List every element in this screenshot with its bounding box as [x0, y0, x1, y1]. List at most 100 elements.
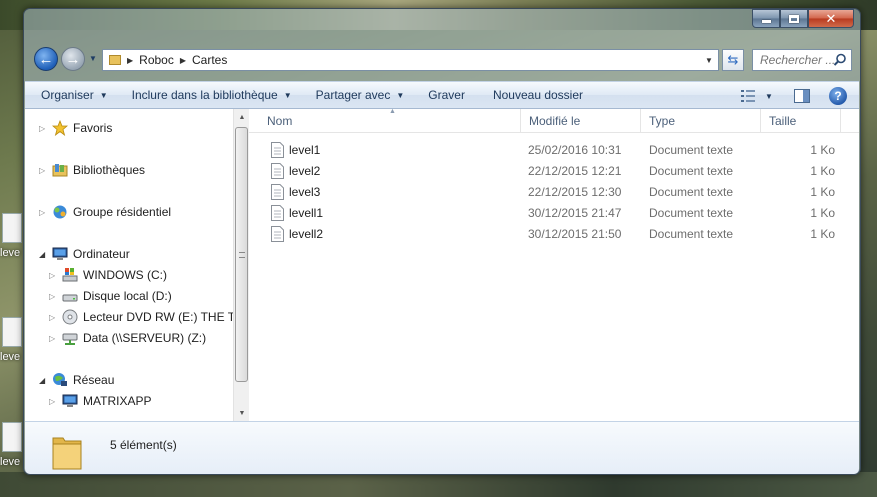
desktop-file-icon[interactable]: leve	[0, 422, 24, 470]
chevron-down-icon: ▼	[705, 55, 713, 65]
nav-item-groupe-residentiel[interactable]: ▷ Groupe résidentiel	[39, 202, 171, 222]
recent-pages-button[interactable]: ▼	[89, 54, 97, 63]
file-row[interactable]: level3 22/12/2015 12:30 Document texte 1…	[249, 182, 839, 203]
expand-arrow-icon[interactable]: ▷	[39, 208, 49, 217]
refresh-button[interactable]: ⇆	[722, 49, 744, 71]
nav-item-matrixapp[interactable]: ▷ MATRIXAPP	[49, 391, 151, 411]
address-bar[interactable]: ▶ Roboc ▶ Cartes ▼	[102, 49, 719, 71]
address-dropdown-button[interactable]: ▼	[702, 52, 716, 68]
column-header-size[interactable]: Taille	[761, 109, 841, 133]
file-size: 1 Ko	[810, 227, 835, 241]
breadcrumb-item[interactable]: Roboc	[139, 53, 174, 67]
desktop-file-icon[interactable]: leve	[0, 213, 24, 261]
dvd-drive-icon	[62, 309, 78, 325]
windows-drive-icon	[62, 268, 78, 282]
nav-item-bibliotheques[interactable]: ▷ Bibliothèques	[39, 160, 145, 180]
nav-item-label: Disque local (D:)	[83, 289, 172, 303]
nav-item-reseau[interactable]: ◢ Réseau	[39, 370, 114, 390]
nav-item-favoris[interactable]: ▷ Favoris	[39, 118, 112, 138]
organize-label: Organiser	[41, 88, 94, 102]
column-header-modified[interactable]: Modifié le	[521, 109, 641, 133]
navigation-pane-scrollbar[interactable]: ▲ ▼	[233, 109, 249, 421]
refresh-icon: ⇆	[727, 52, 739, 67]
expand-arrow-icon[interactable]: ▷	[39, 124, 49, 133]
file-name: levell2	[289, 227, 324, 241]
forward-button[interactable]: →	[61, 47, 85, 71]
close-button[interactable]: ✕	[808, 9, 854, 28]
chevron-down-icon: ▼	[765, 91, 773, 101]
breadcrumb-separator-icon[interactable]: ▶	[180, 56, 186, 65]
star-icon	[52, 120, 68, 136]
file-name: level1	[289, 143, 321, 157]
minimize-icon	[761, 20, 771, 23]
nav-item-ordinateur[interactable]: ◢ Ordinateur	[39, 244, 130, 264]
nav-item-label: WINDOWS (C:)	[83, 268, 167, 282]
burn-label: Graver	[428, 88, 465, 102]
minimize-button[interactable]	[752, 9, 780, 28]
breadcrumb-separator-icon[interactable]: ▶	[127, 56, 133, 65]
scrollbar-thumb[interactable]	[235, 127, 248, 382]
expand-arrow-icon[interactable]: ▷	[49, 313, 59, 322]
nav-item-network-drive-z[interactable]: ▷ Data (\\SERVEUR) (Z:)	[49, 328, 206, 348]
desktop-icon-label: leve	[0, 351, 21, 363]
column-header-type[interactable]: Type	[641, 109, 761, 133]
scroll-up-button[interactable]: ▲	[234, 109, 250, 125]
desktop-file-icon[interactable]: leve	[0, 317, 24, 365]
scroll-down-button[interactable]: ▼	[234, 405, 250, 421]
close-icon: ✕	[825, 10, 837, 26]
chevron-down-icon: ▼	[238, 409, 246, 417]
file-row[interactable]: levell2 30/12/2015 21:50 Document texte …	[249, 224, 839, 245]
navigation-pane: ▷ Favoris ▷ Bibliothèques ▷ Groupe résid…	[25, 109, 233, 421]
include-in-library-button[interactable]: Inclure dans la bibliothèque ▼	[124, 84, 300, 106]
text-file-icon	[2, 213, 22, 243]
search-input[interactable]	[760, 53, 836, 67]
toolbar-right: ▼ ?	[733, 85, 851, 107]
file-modified: 30/12/2015 21:47	[528, 206, 622, 220]
organize-button[interactable]: Organiser ▼	[33, 84, 116, 106]
maximize-button[interactable]	[780, 9, 808, 28]
file-modified: 22/12/2015 12:30	[528, 185, 622, 199]
expand-arrow-icon[interactable]: ▷	[49, 397, 59, 406]
column-header-label: Nom	[267, 114, 293, 128]
desktop-icon-label: leve	[0, 456, 21, 468]
file-name: level3	[289, 185, 321, 199]
expand-arrow-icon[interactable]: ▷	[49, 334, 59, 343]
view-options-button[interactable]: ▼	[737, 85, 777, 107]
nav-item-dvd-drive-e[interactable]: ▷ Lecteur DVD RW (E:) THE TA	[49, 307, 233, 327]
search-box[interactable]	[752, 49, 852, 71]
text-file-icon	[2, 317, 22, 347]
file-row[interactable]: levell1 30/12/2015 21:47 Document texte …	[249, 203, 839, 224]
explorer-window: ✕ ← → ▼ ▶ Roboc ▶ Cartes ▼ ⇆ Organiser ▼	[23, 8, 861, 475]
column-header-label: Modifié le	[529, 114, 581, 128]
nav-item-windows-c[interactable]: ▷ WINDOWS (C:)	[49, 265, 167, 285]
nav-item-disque-local-d[interactable]: ▷ Disque local (D:)	[49, 286, 172, 306]
help-button[interactable]: ?	[825, 85, 851, 107]
maximize-icon	[789, 14, 799, 23]
breadcrumb-item[interactable]: Cartes	[192, 53, 227, 67]
file-row[interactable]: level1 25/02/2016 10:31 Document texte 1…	[249, 140, 839, 161]
expand-arrow-icon[interactable]: ▷	[49, 271, 59, 280]
file-size: 1 Ko	[810, 164, 835, 178]
text-file-icon	[271, 163, 284, 179]
item-count: 5 élément(s)	[110, 438, 177, 452]
column-header-name[interactable]: Nom	[259, 109, 521, 133]
share-with-button[interactable]: Partager avec ▼	[308, 84, 413, 106]
burn-button[interactable]: Graver	[420, 84, 473, 106]
computer-icon	[62, 394, 78, 407]
column-header-label: Type	[649, 114, 676, 128]
expand-arrow-icon[interactable]: ▷	[49, 292, 59, 301]
collapse-arrow-icon[interactable]: ◢	[39, 250, 49, 259]
chevron-down-icon: ▼	[396, 90, 405, 100]
new-folder-button[interactable]: Nouveau dossier	[485, 84, 591, 106]
back-button[interactable]: ←	[34, 47, 58, 71]
search-icon[interactable]	[833, 53, 847, 67]
new-folder-label: Nouveau dossier	[492, 88, 584, 102]
preview-pane-button[interactable]	[789, 85, 815, 107]
file-modified: 25/02/2016 10:31	[528, 143, 622, 157]
file-row[interactable]: level2 22/12/2015 12:21 Document texte 1…	[249, 161, 839, 182]
text-file-icon	[271, 226, 284, 242]
expand-arrow-icon[interactable]: ▷	[39, 166, 49, 175]
homegroup-icon	[53, 205, 67, 219]
collapse-arrow-icon[interactable]: ◢	[39, 376, 49, 385]
hard-drive-icon	[62, 294, 78, 302]
